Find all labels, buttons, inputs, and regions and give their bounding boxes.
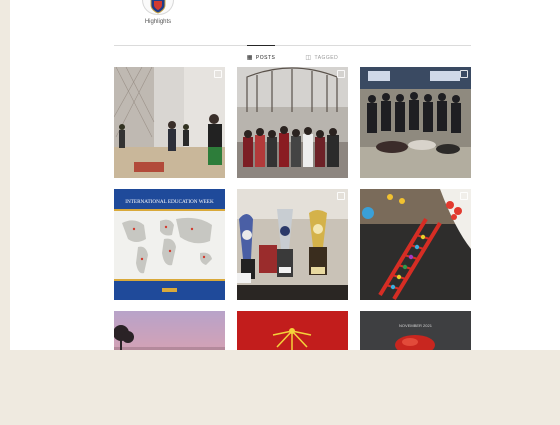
post-image (114, 311, 225, 350)
banner-title: INTERNATIONAL EDUCATION WEEK (125, 199, 214, 205)
tag-icon: ◫ (305, 55, 312, 61)
post-image (237, 189, 348, 300)
post-image (360, 189, 471, 300)
post-thumbnail[interactable] (114, 311, 225, 350)
multiple-photos-icon (337, 192, 345, 200)
grid-icon: ▦ (246, 55, 253, 61)
post-thumbnail[interactable] (237, 311, 348, 350)
multiple-photos-icon (337, 70, 345, 78)
post-thumbnail[interactable] (360, 189, 471, 300)
multiple-photos-icon (460, 70, 468, 78)
post-image: NOVEMBER 2021 (360, 311, 471, 350)
post-thumbnail[interactable]: INTERNATIONAL EDUCATION WEEK (114, 189, 225, 300)
highlight-cover (142, 0, 174, 15)
post-thumbnail[interactable] (237, 67, 348, 178)
post-thumbnail[interactable] (237, 189, 348, 300)
post-image (114, 67, 225, 178)
profile-tabs: ▦ POSTS ◫ TAGGED (114, 45, 471, 62)
crest-icon (150, 0, 166, 14)
post-thumbnail[interactable]: NOVEMBER 2021 (360, 311, 471, 350)
post-caption: NOVEMBER 2021 (399, 323, 433, 328)
post-thumbnail[interactable] (360, 67, 471, 178)
story-highlight[interactable]: Highlights (132, 0, 184, 25)
post-image (360, 67, 471, 178)
tab-tagged[interactable]: ◫ TAGGED (305, 46, 338, 62)
post-thumbnail[interactable] (114, 67, 225, 178)
post-image: INTERNATIONAL EDUCATION WEEK (114, 189, 225, 300)
multiple-photos-icon (214, 70, 222, 78)
post-image (237, 311, 348, 350)
profile-page: Highlights ▦ POSTS ◫ TAGGED INTERNATIONA… (10, 0, 560, 350)
highlight-label: Highlights (144, 19, 172, 25)
post-image (237, 67, 348, 178)
tab-posts[interactable]: ▦ POSTS (246, 45, 276, 62)
multiple-photos-icon (460, 192, 468, 200)
tab-posts-label: POSTS (255, 54, 276, 61)
tab-tagged-label: TAGGED (314, 54, 339, 61)
posts-grid: INTERNATIONAL EDUCATION WEEK NOVEMBER 20… (114, 67, 471, 350)
